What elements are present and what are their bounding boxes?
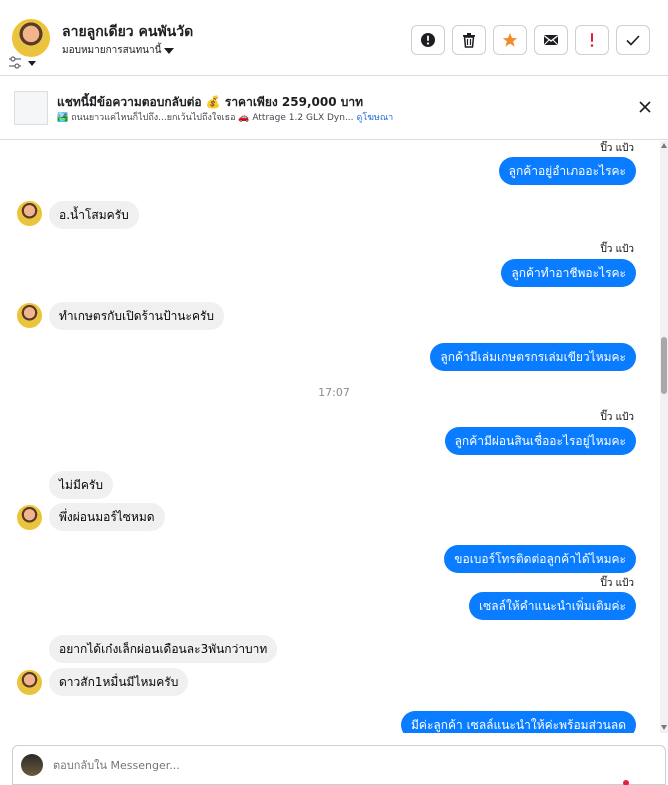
incoming-message[interactable]: อ.น้ำโสมครับ bbox=[49, 201, 139, 229]
incoming-message[interactable]: อยากได้เก๋งเล็กผ่อนเดือนละ3พันกว่าบาท bbox=[49, 635, 278, 663]
scrollbar-thumb[interactable] bbox=[661, 337, 667, 394]
outgoing-message[interactable]: ลูกค้ามีเล่มเกษตรกรเล่มเขียวไหมคะ bbox=[430, 343, 636, 371]
incoming-message[interactable]: ไม่มีครับ bbox=[49, 471, 113, 499]
exclamation-icon bbox=[590, 33, 594, 47]
assign-label: มอบหมายการสนทนานี้ bbox=[62, 45, 162, 56]
report-button[interactable] bbox=[411, 25, 445, 55]
contact-avatar-small bbox=[17, 201, 42, 226]
scroll-down-arrow-icon[interactable] bbox=[661, 725, 667, 730]
delete-button[interactable] bbox=[452, 25, 486, 55]
ad-description: 🏞️ ถนนยาวแค่ไหนก็ไปถึง...ยกเว้นไปถึงใจเธ… bbox=[57, 110, 393, 124]
seen-indicator: ปิ๊ว แป้ว bbox=[600, 143, 634, 154]
reply-composer bbox=[12, 745, 666, 785]
outgoing-message[interactable]: ลูกค้าทำอาชีพอะไรคะ bbox=[501, 259, 636, 287]
chat-scrollbar[interactable] bbox=[660, 141, 668, 733]
outgoing-message[interactable]: ลูกค้าอยู่อำเภออะไรคะ bbox=[498, 157, 636, 185]
spam-button[interactable] bbox=[575, 25, 609, 55]
alert-circle-icon bbox=[421, 33, 435, 47]
ad-description-text: 🏞️ ถนนยาวแค่ไหนก็ไปถึง...ยกเว้นไปถึงใจเธ… bbox=[57, 113, 354, 123]
assign-conversation-dropdown[interactable]: มอบหมายการสนทนานี้ bbox=[62, 43, 175, 58]
filter-sliders-icon[interactable] bbox=[8, 56, 38, 70]
contact-avatar-small bbox=[17, 505, 42, 530]
seen-indicator: ปิ๊ว แป้ว bbox=[600, 578, 634, 589]
reply-input[interactable] bbox=[53, 759, 613, 772]
close-icon[interactable] bbox=[636, 98, 654, 116]
outgoing-message[interactable]: ขอเบอร์โทรติดต่อลูกค้าได้ไหมคะ bbox=[444, 545, 636, 573]
header-actions bbox=[411, 25, 650, 55]
ad-thumbnail[interactable] bbox=[14, 91, 48, 125]
incoming-message[interactable]: ทำเกษตรกับเปิดร้านป้านะครับ bbox=[49, 302, 225, 330]
trash-icon bbox=[463, 33, 475, 48]
check-icon bbox=[626, 35, 640, 46]
seen-indicator: ปิ๊ว แป้ว bbox=[600, 244, 634, 255]
incoming-message[interactable]: พึ่งผ่อนมอร์ไซหมด bbox=[49, 503, 165, 531]
contact-avatar[interactable] bbox=[12, 19, 50, 57]
ad-context-banner: แชทนี้มีข้อความตอบกลับต่อ 💰 ราคาเพียง 25… bbox=[0, 76, 668, 140]
mark-unread-button[interactable] bbox=[534, 25, 568, 55]
notification-dot bbox=[623, 780, 629, 785]
incoming-message[interactable]: ดาวสัก1หมื่นมีไหมครับ bbox=[49, 668, 189, 696]
envelope-icon bbox=[544, 35, 558, 45]
contact-name[interactable]: ลายลูกเดียว คนพันวัด bbox=[62, 21, 193, 43]
outgoing-message[interactable]: เซลล์ให้คำแนะนำเพิ่มเติมค่ะ bbox=[468, 592, 636, 620]
outgoing-message[interactable]: มีค่ะลูกค้า เซลล์แนะนำให้ค่ะพร้อมส่วนลด bbox=[401, 711, 636, 733]
view-ad-link[interactable]: ดูโฆษณา bbox=[357, 110, 394, 124]
contact-avatar-small bbox=[17, 670, 42, 695]
message-thread[interactable]: ปิ๊ว แป้ว ลูกค้าอยู่อำเภออะไรคะ อ.น้ำโสม… bbox=[0, 141, 668, 733]
scroll-up-arrow-icon[interactable] bbox=[661, 143, 667, 148]
outgoing-message[interactable]: ลูกค้ามีผ่อนสินเชื่ออะไรอยู่ไหมคะ bbox=[444, 427, 636, 455]
conversation-header: ลายลูกเดียว คนพันวัด มอบหมายการสนทนานี้ bbox=[0, 0, 668, 76]
chevron-down-icon bbox=[164, 47, 175, 54]
contact-avatar-small bbox=[17, 303, 42, 328]
mark-done-button[interactable] bbox=[616, 25, 650, 55]
page-avatar bbox=[21, 754, 43, 776]
star-button[interactable] bbox=[493, 25, 527, 55]
timestamp: 17:07 bbox=[318, 386, 350, 399]
star-icon bbox=[502, 33, 518, 47]
seen-indicator: ปิ๊ว แป้ว bbox=[600, 412, 634, 423]
